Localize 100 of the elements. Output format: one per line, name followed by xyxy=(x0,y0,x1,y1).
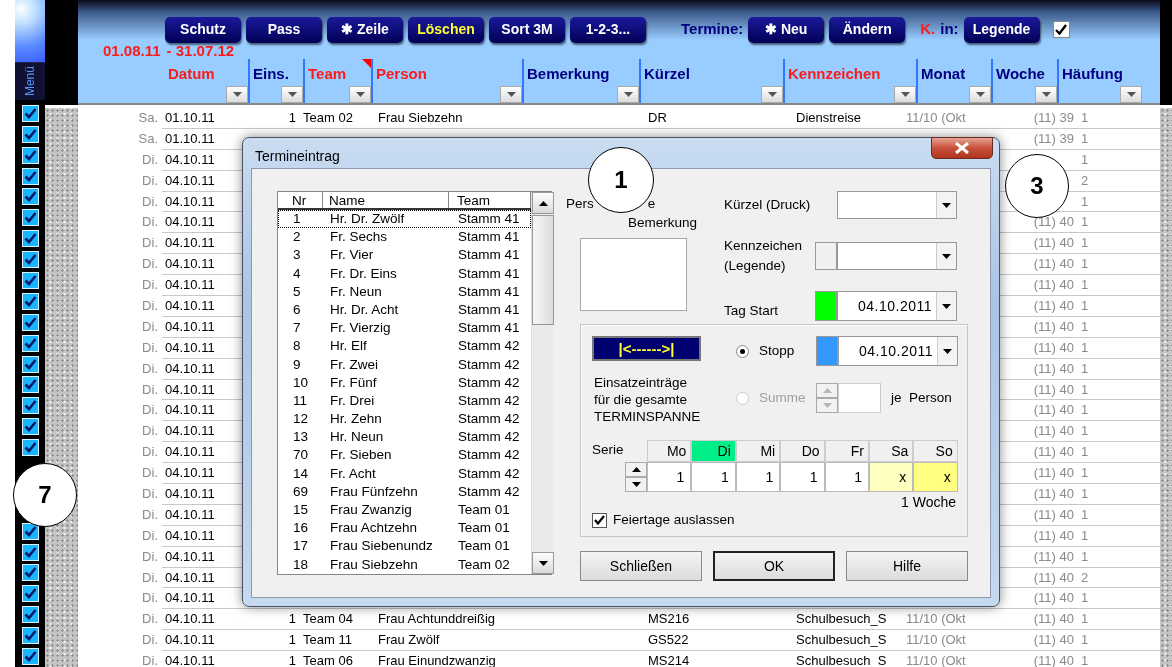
list-item[interactable]: 18 Frau Siebzehn Team 02 xyxy=(278,555,531,574)
column-header: Name xyxy=(323,192,449,208)
day-count-field[interactable]: 1 xyxy=(780,462,825,492)
list-item[interactable]: 70 Fr. Sieben Stamm 42 xyxy=(278,446,531,465)
table-cell-text: Di. xyxy=(141,297,159,315)
table-cell-text: Di. xyxy=(141,338,159,357)
radio-button[interactable] xyxy=(736,344,749,358)
toolbar-button[interactable]: Schutz xyxy=(165,16,241,43)
filter-dropdown-button[interactable] xyxy=(281,85,303,103)
scroll-thumb[interactable] xyxy=(532,215,554,325)
list-item[interactable]: 11 Fr. Drei Stamm 42 xyxy=(278,391,531,411)
list-item[interactable]: 8 Hr. Elf Stamm 42 xyxy=(278,337,531,356)
dialog-button[interactable]: OK xyxy=(713,551,835,581)
list-item[interactable]: 69 Frau Fünfzehn Stamm 42 xyxy=(278,482,531,501)
dialog-button[interactable]: Hilfe xyxy=(846,551,968,581)
table-cell: Team 06 xyxy=(300,651,375,667)
dropdown-field[interactable] xyxy=(837,242,957,270)
list-item[interactable]: 9 Fr. Zwei Stamm 42 xyxy=(278,355,531,374)
caret-icon xyxy=(1041,91,1051,97)
day-count-field[interactable]: 1 xyxy=(824,462,869,492)
table-cell-text: Di. xyxy=(141,317,159,336)
table-cell: 11/10 (Okt xyxy=(903,108,1000,129)
filter-dropdown-button[interactable] xyxy=(1035,85,1057,103)
list-item[interactable]: 15 Frau Zwanzig Team 01 xyxy=(278,501,531,520)
day-count-field[interactable]: x xyxy=(913,462,958,492)
table-cell-text: Di. xyxy=(141,652,159,667)
list-item[interactable]: 13 Hr. Neun Stamm 42 xyxy=(278,428,531,447)
caret-icon xyxy=(822,403,832,408)
table-cell-text: Di. xyxy=(141,359,159,378)
checkbox[interactable] xyxy=(592,512,607,528)
table-cell-text: Di. xyxy=(141,485,159,504)
column-header: Woche xyxy=(995,64,1045,84)
column-header: Bemerkung xyxy=(526,64,610,84)
table-cell-text: Di. xyxy=(141,568,159,587)
checkbox[interactable] xyxy=(1052,21,1070,38)
menu-button[interactable]: Menü xyxy=(15,61,45,100)
day-count-field[interactable]: x xyxy=(868,462,914,492)
spin-down-button[interactable] xyxy=(625,477,647,492)
scroll-up-button[interactable] xyxy=(532,192,554,214)
table-cell-text: Di. xyxy=(141,213,159,232)
toolbar-button[interactable]: 1-2-3... xyxy=(570,16,646,43)
dropdown-field[interactable] xyxy=(837,191,957,219)
caret-icon xyxy=(355,91,365,97)
day-count-field[interactable]: 1 xyxy=(735,462,781,492)
day-header: Mo xyxy=(647,440,692,462)
toolbar-button[interactable]: Sort 3M xyxy=(489,16,565,43)
caret-up-icon xyxy=(822,388,832,393)
toolbar-button[interactable]: Legende xyxy=(963,16,1040,43)
table-cell-text: Di. xyxy=(141,401,159,420)
table-cell-text: Di. xyxy=(141,589,159,608)
column-header: Person xyxy=(375,64,427,84)
list-item[interactable]: 1 Hr. Dr. Zwölf Stamm 41 xyxy=(278,210,531,229)
toolbar-button[interactable]: Löschen xyxy=(408,16,484,43)
caret-icon xyxy=(287,91,297,97)
date-field[interactable]: 04.10.2011 xyxy=(838,336,958,366)
list-item[interactable]: 6 Hr. Dr. Acht Stamm 41 xyxy=(278,300,531,320)
column-header: Team xyxy=(307,64,347,84)
scroll-down-button[interactable] xyxy=(532,552,554,574)
dialog-button[interactable]: Schließen xyxy=(580,551,702,581)
color-swatch xyxy=(815,242,837,270)
filter-dropdown-button[interactable] xyxy=(1120,85,1142,103)
close-icon xyxy=(954,142,970,154)
list-item[interactable]: 2 Fr. Sechs Stamm 41 xyxy=(278,228,531,247)
caret-icon xyxy=(943,348,952,354)
filter-dropdown-button[interactable] xyxy=(617,85,639,103)
filter-dropdown-button[interactable] xyxy=(226,85,248,103)
toolbar-label: K. xyxy=(920,19,936,40)
list-item[interactable]: 7 Fr. Vierzig Stamm 41 xyxy=(278,319,531,338)
list-item[interactable]: 4 Fr. Dr. Eins Stamm 41 xyxy=(278,264,531,283)
caret-up-icon xyxy=(538,200,548,206)
list-item[interactable]: 16 Frau Achtzehn Team 01 xyxy=(278,519,531,538)
toolbar-button[interactable]: ✱ Neu xyxy=(748,16,825,43)
spin-up-button[interactable] xyxy=(625,462,647,477)
list-item[interactable]: 17 Frau Siebenundz Team 01 xyxy=(278,537,531,556)
filter-dropdown-button[interactable] xyxy=(969,85,991,103)
filter-dropdown-button[interactable] xyxy=(349,85,371,103)
table-cell: (11) 39 xyxy=(1000,108,1078,129)
list-item[interactable]: 12 Hr. Zehn Stamm 42 xyxy=(278,410,531,429)
toolbar-label: in: xyxy=(940,19,959,40)
list-item[interactable]: 3 Fr. Vier Stamm 41 xyxy=(278,246,531,265)
list-item[interactable]: 14 Fr. Acht Stamm 42 xyxy=(278,464,531,483)
caret-icon xyxy=(767,91,777,97)
close-button[interactable] xyxy=(931,137,993,159)
day-count-field[interactable]: 1 xyxy=(647,462,692,492)
table-cell: 1 xyxy=(245,108,300,129)
radio-label: Stopp xyxy=(759,341,795,360)
toolbar-button[interactable]: Pass xyxy=(246,16,322,43)
list-item[interactable]: 10 Fr. Fünf Stamm 42 xyxy=(278,373,531,392)
table-cell: Frau Einundzwanzig xyxy=(375,651,645,667)
toolbar-button[interactable]: ✱ Zeile xyxy=(327,16,403,43)
toolbar-button[interactable]: Ändern xyxy=(829,16,906,43)
day-count-field[interactable]: 1 xyxy=(691,462,736,492)
filter-dropdown-button[interactable] xyxy=(894,85,916,103)
date-field[interactable]: 04.10.2011 xyxy=(837,291,957,321)
filter-dropdown-button[interactable] xyxy=(500,85,522,103)
day-header: Mi xyxy=(735,440,781,462)
list-item[interactable]: 5 Fr. Neun Stamm 41 xyxy=(278,282,531,301)
range-button[interactable]: |<------>| xyxy=(592,336,701,361)
filter-dropdown-button[interactable] xyxy=(761,85,783,103)
table-cell: 04.10.11 xyxy=(162,651,245,667)
